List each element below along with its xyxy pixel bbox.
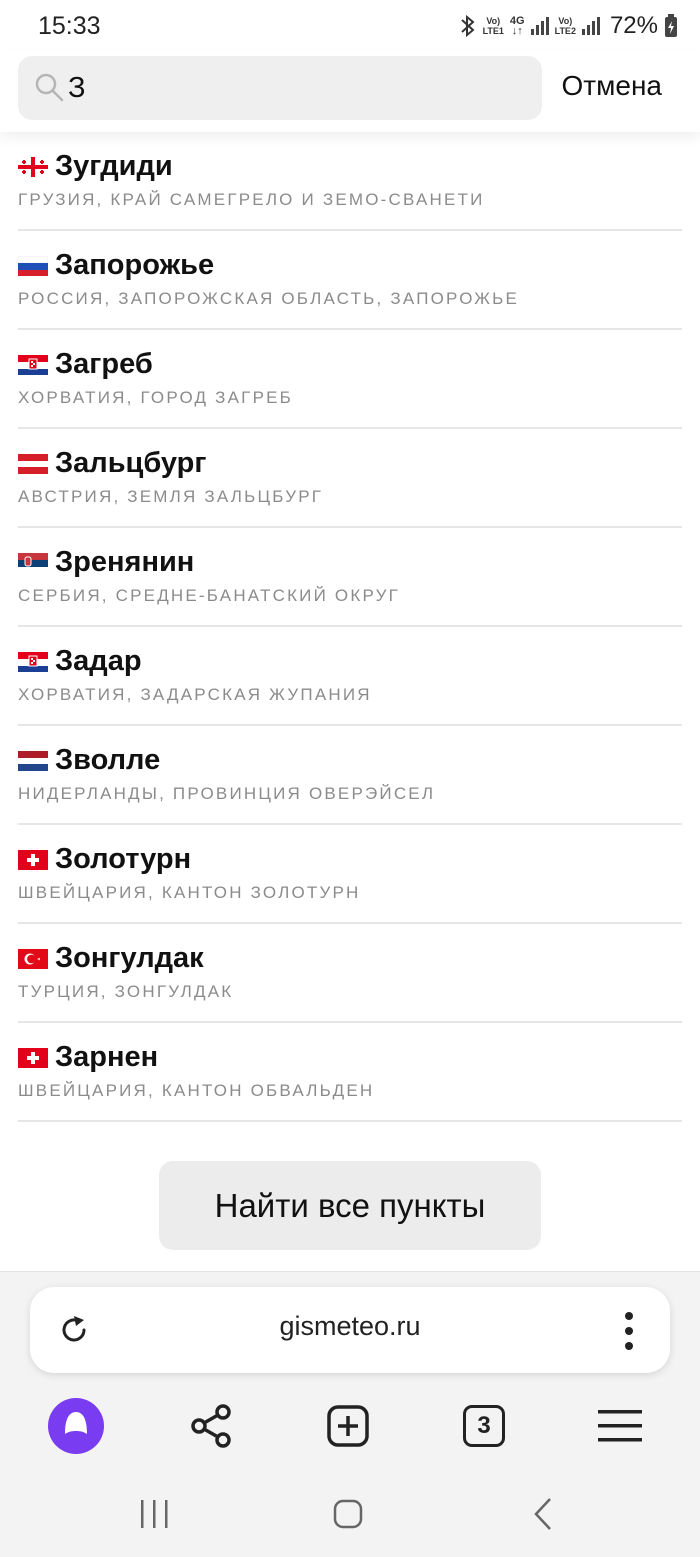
- city-region: Австрия, Земля Зальцбург: [18, 487, 324, 506]
- menu-icon: [598, 1410, 642, 1442]
- city-name: Зарнен: [55, 1041, 159, 1073]
- city-name: Зугдиди: [55, 150, 173, 182]
- result-row[interactable]: Золотурн Швейцария, Кантон Золотурн: [18, 825, 682, 924]
- result-row[interactable]: Зугдиди Грузия, Край Самегрело и Земо-Св…: [18, 132, 682, 231]
- system-nav-bar: [0, 1472, 700, 1557]
- result-row[interactable]: Загреб Хорватия, Город Загреб: [18, 330, 682, 429]
- city-name: Запорожье: [55, 249, 215, 281]
- turkey-flag-icon: [18, 948, 48, 969]
- share-icon: [191, 1404, 231, 1448]
- result-row[interactable]: Зренянин Сербия, Средне-Банатский округ: [18, 528, 682, 627]
- tabs-button[interactable]: 3: [452, 1394, 516, 1458]
- alice-icon: [48, 1398, 104, 1454]
- status-icons: Vo) LTE1 4G ↓↑ Vo) LTE2 72%: [459, 10, 678, 42]
- network-type: 4G ↓↑: [509, 15, 525, 37]
- tabs-icon: 3: [463, 1405, 505, 1447]
- switzerland-flag-icon: [18, 1047, 48, 1068]
- austria-flag-icon: [18, 453, 48, 474]
- status-bar: 15:33 Vo) LTE1 4G ↓↑ Vo) LTE2 72%: [0, 0, 700, 52]
- address-bar[interactable]: gismeteo.ru: [30, 1287, 670, 1373]
- city-region: Хорватия, Город Загреб: [18, 388, 294, 407]
- result-row[interactable]: Зарнен Швейцария, Кантон Обвальден: [18, 1023, 682, 1122]
- serbia-flag-icon: [18, 552, 48, 573]
- url-text[interactable]: gismeteo.ru: [30, 1311, 670, 1342]
- recents-icon[interactable]: [134, 1494, 174, 1534]
- search-input[interactable]: [68, 66, 528, 110]
- croatia-flag-icon: [18, 651, 48, 672]
- tab-count: 3: [477, 1412, 491, 1439]
- russia-flag-icon: [18, 255, 48, 276]
- city-region: Нидерланды, провинция Оверэйсел: [18, 784, 436, 803]
- sim2-label: Vo) LTE2: [554, 16, 576, 36]
- result-row[interactable]: Запорожье Россия, Запорожская область, З…: [18, 231, 682, 330]
- browser-bottom: gismeteo.ru 3: [0, 1271, 700, 1557]
- browser-toolbar: 3: [0, 1394, 700, 1458]
- battery-percent: 72%: [609, 12, 658, 39]
- new-tab-button[interactable]: [316, 1394, 380, 1458]
- results-list: Зугдиди Грузия, Край Самегрело и Земо-Св…: [18, 132, 682, 1122]
- signal-2-icon: [581, 17, 600, 35]
- menu-button[interactable]: [588, 1394, 652, 1458]
- signal-1-icon: [530, 17, 549, 35]
- home-icon[interactable]: [328, 1494, 368, 1534]
- city-name: Зволле: [55, 744, 161, 776]
- netherlands-flag-icon: [18, 750, 48, 771]
- search-icon: [35, 73, 64, 102]
- city-name: Задар: [55, 645, 142, 677]
- city-name: Золотурн: [55, 843, 192, 875]
- result-row[interactable]: Зонгулдак Турция, Зонгулдак: [18, 924, 682, 1023]
- result-row[interactable]: Зволле Нидерланды, провинция Оверэйсел: [18, 726, 682, 825]
- share-button[interactable]: [179, 1394, 243, 1458]
- result-row[interactable]: Зальцбург Австрия, Земля Зальцбург: [18, 429, 682, 528]
- croatia-flag-icon: [18, 354, 48, 375]
- switzerland-flag-icon: [18, 849, 48, 870]
- city-region: Хорватия, Задарская жупания: [18, 685, 372, 704]
- new-tab-icon: [327, 1405, 369, 1447]
- city-region: Россия, Запорожская область, Запорожье: [18, 289, 520, 308]
- bluetooth-icon: [460, 14, 475, 38]
- city-region: Швейцария, Кантон Золотурн: [18, 883, 361, 902]
- georgia-flag-icon: [18, 156, 48, 177]
- back-icon[interactable]: [524, 1494, 564, 1534]
- city-name: Зонгулдак: [55, 942, 204, 974]
- city-name: Загреб: [55, 348, 153, 380]
- cancel-button[interactable]: Отмена: [562, 70, 662, 102]
- search-box[interactable]: [18, 56, 542, 120]
- city-name: Зренянин: [55, 546, 195, 578]
- city-region: Сербия, Средне-Банатский округ: [18, 586, 401, 605]
- sim1-label: Vo) LTE1: [482, 16, 504, 36]
- find-all-button[interactable]: Найти все пункты: [159, 1161, 541, 1250]
- battery-icon: [665, 14, 677, 37]
- more-vert-icon[interactable]: [624, 1311, 634, 1351]
- city-region: Швейцария, Кантон Обвальден: [18, 1081, 375, 1100]
- city-region: Грузия, Край Самегрело и Земо-Сванети: [18, 190, 485, 209]
- result-row[interactable]: Задар Хорватия, Задарская жупания: [18, 627, 682, 726]
- status-time: 15:33: [38, 12, 101, 40]
- city-name: Зальцбург: [55, 447, 207, 479]
- city-region: Турция, Зонгулдак: [18, 982, 234, 1001]
- search-header: Отмена: [0, 52, 700, 132]
- alice-button[interactable]: [44, 1394, 108, 1458]
